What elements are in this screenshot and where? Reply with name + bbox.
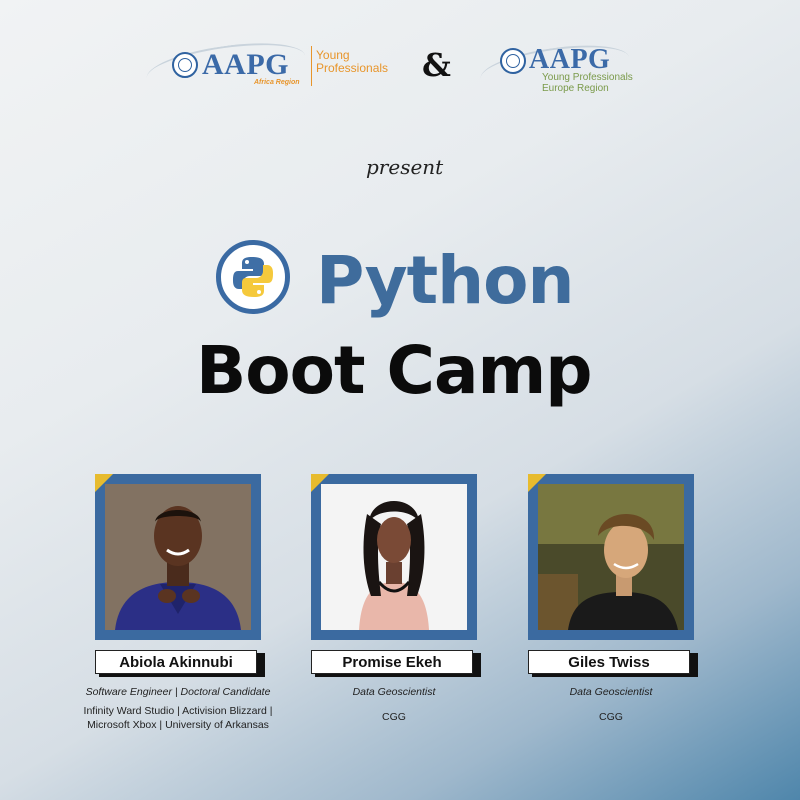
aapg-europe-logo: AAPG Young Professionals Europe Region <box>477 37 642 99</box>
speaker-org: CGG <box>382 711 406 723</box>
speaker-card: Abiola Akinnubi Software Engineer | Doct… <box>84 474 275 734</box>
python-snakes-icon <box>233 257 273 297</box>
photo-frame <box>311 474 477 640</box>
program-label: Young Professionals <box>316 48 389 75</box>
speaker-role: Data Geoscientist <box>352 686 436 698</box>
speaker-name: Giles Twiss <box>528 650 690 674</box>
python-logo-icon <box>216 240 290 314</box>
aapg-africa-logo: AAPG Africa Region Young Professionals <box>143 35 390 99</box>
logo-divider <box>311 46 312 86</box>
title-boot-camp: Boot Camp <box>196 332 593 409</box>
speaker-role: Software Engineer | Doctoral Candidate <box>85 686 271 698</box>
speaker-org: Infinity Ward Studio | Activision Blizza… <box>83 705 273 731</box>
aapg-seal-icon <box>172 52 198 78</box>
photo-frame <box>528 474 694 640</box>
speaker-photo <box>105 484 251 630</box>
speaker-name: Promise Ekeh <box>311 650 473 674</box>
program-label: Young Professionals Europe Region <box>542 72 633 94</box>
speaker-photo <box>321 484 467 630</box>
title-python: Python <box>316 242 574 319</box>
photo-frame <box>95 474 261 640</box>
present-text: present <box>366 155 444 179</box>
aapg-seal-icon <box>500 48 526 74</box>
aapg-brand: AAPG <box>202 48 289 81</box>
region-label: Africa Region <box>254 79 300 86</box>
speaker-org: CGG <box>599 711 623 723</box>
speaker-card: Promise Ekeh Data Geoscientist CGG <box>311 474 491 734</box>
speaker-card: Giles Twiss Data Geoscientist CGG <box>528 474 708 734</box>
speaker-photo <box>538 484 684 630</box>
ampersand: & <box>422 46 451 84</box>
speaker-role: Data Geoscientist <box>569 686 653 698</box>
speaker-name: Abiola Akinnubi <box>95 650 257 674</box>
